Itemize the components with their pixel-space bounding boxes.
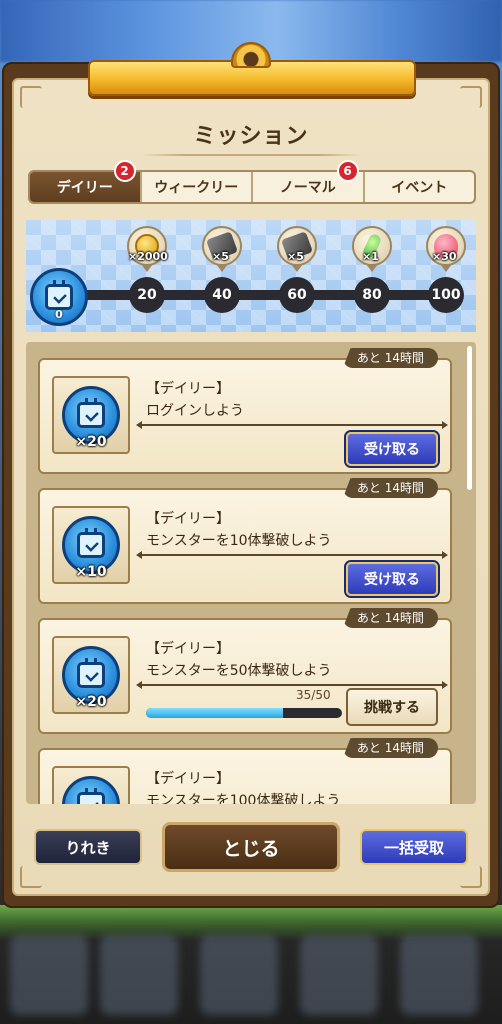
mission-point-token: 0 bbox=[30, 268, 88, 326]
title-divider bbox=[140, 154, 362, 156]
time-remaining: あと 14時間 bbox=[342, 738, 438, 758]
reward-quantity: ×20 bbox=[75, 694, 107, 710]
reward-quantity: ×5 bbox=[287, 250, 304, 263]
mission-card: あと 14時間 ×20 【デイリー】 モンスターを50体撃破しよう 35/50 … bbox=[38, 608, 452, 734]
mission-description: ログインしよう bbox=[146, 403, 244, 419]
reward-quantity: ×2000 bbox=[128, 250, 168, 263]
calendar-check-icon bbox=[77, 528, 105, 558]
tab-label: イベント bbox=[391, 180, 448, 196]
mission-category: 【デイリー】 bbox=[146, 511, 230, 527]
calendar-check-icon bbox=[77, 398, 105, 428]
progress-track bbox=[58, 290, 452, 300]
calendar-check-icon bbox=[77, 658, 105, 688]
divider-arrow bbox=[136, 681, 448, 689]
milestone-marker: 20 bbox=[129, 277, 165, 313]
reward-quantity: ×5 bbox=[212, 250, 229, 263]
mission-category: 【デイリー】 bbox=[146, 771, 230, 787]
time-remaining: あと 14時間 bbox=[342, 608, 438, 628]
mission-description: モンスターを50体撃破しよう bbox=[146, 663, 332, 679]
calendar-check-icon bbox=[45, 280, 73, 310]
tab-event[interactable]: イベント bbox=[365, 172, 475, 202]
mission-progress-bar bbox=[146, 708, 342, 718]
reward-icon-frame bbox=[52, 766, 130, 804]
mission-description: モンスターを100体撃破しよう bbox=[146, 793, 341, 804]
mission-card: あと 14時間 【デイリー】 モンスターを100体撃破しよう bbox=[38, 738, 452, 804]
mission-category: 【デイリー】 bbox=[146, 381, 230, 397]
milestone-marker: 60 bbox=[279, 277, 315, 313]
milestone-marker: 40 bbox=[204, 277, 240, 313]
reward-progress-strip bbox=[26, 220, 476, 332]
corner-ornament bbox=[460, 86, 482, 108]
list-scrollbar[interactable] bbox=[467, 346, 472, 490]
time-remaining: あと 14時間 bbox=[342, 478, 438, 498]
history-button[interactable]: りれき bbox=[34, 829, 142, 865]
tab-label: ウィークリー bbox=[154, 180, 239, 196]
reward-icon-frame: ×10 bbox=[52, 506, 130, 584]
corner-ornament bbox=[20, 86, 42, 108]
claim-all-button[interactable]: 一括受取 bbox=[360, 829, 468, 865]
challenge-button[interactable]: 挑戦する bbox=[346, 688, 438, 726]
corner-ornament bbox=[460, 866, 482, 888]
tab-normal[interactable]: ノーマル 6 bbox=[253, 160, 365, 202]
divider-arrow bbox=[136, 421, 448, 429]
calendar-check-icon bbox=[77, 788, 105, 804]
milestone-marker: 80 bbox=[354, 277, 390, 313]
mission-card: あと 14時間 ×20 【デイリー】 ログインしよう 受け取る bbox=[38, 348, 452, 474]
reward-quantity: ×10 bbox=[75, 564, 107, 580]
mission-tabs: デイリー 2 ウィークリー ノーマル 6 イベント bbox=[28, 160, 476, 204]
tab-daily[interactable]: デイリー 2 bbox=[30, 160, 142, 202]
milestone-marker: 100 bbox=[428, 277, 464, 313]
close-button[interactable]: とじる bbox=[162, 822, 340, 872]
reward-icon-frame: ×20 bbox=[52, 636, 130, 714]
receive-button[interactable]: 受け取る bbox=[346, 562, 438, 596]
reward-icon-frame: ×20 bbox=[52, 376, 130, 454]
mission-list[interactable]: あと 14時間 ×20 【デイリー】 ログインしよう 受け取る あと 14時間 … bbox=[26, 342, 476, 804]
reward-quantity: ×20 bbox=[75, 434, 107, 450]
mission-card: あと 14時間 ×10 【デイリー】 モンスターを10体撃破しよう 受け取る bbox=[38, 478, 452, 604]
current-points: 0 bbox=[55, 308, 63, 321]
receive-button[interactable]: 受け取る bbox=[346, 432, 438, 466]
reward-quantity: ×30 bbox=[432, 250, 457, 263]
tab-label: デイリー bbox=[56, 180, 113, 196]
reward-quantity: ×1 bbox=[362, 250, 379, 263]
progress-count: 35/50 bbox=[296, 688, 331, 702]
notification-badge: 2 bbox=[113, 160, 136, 182]
tab-label: ノーマル bbox=[279, 180, 336, 196]
mission-category: 【デイリー】 bbox=[146, 641, 230, 657]
game-background-bottom bbox=[0, 905, 502, 1024]
corner-ornament bbox=[20, 866, 42, 888]
tab-weekly[interactable]: ウィークリー bbox=[142, 172, 253, 202]
mission-description: モンスターを10体撃破しよう bbox=[146, 533, 332, 549]
page-title: ミッション bbox=[193, 124, 309, 149]
notification-badge: 6 bbox=[336, 160, 359, 182]
divider-arrow bbox=[136, 551, 448, 559]
time-remaining: あと 14時間 bbox=[342, 348, 438, 368]
